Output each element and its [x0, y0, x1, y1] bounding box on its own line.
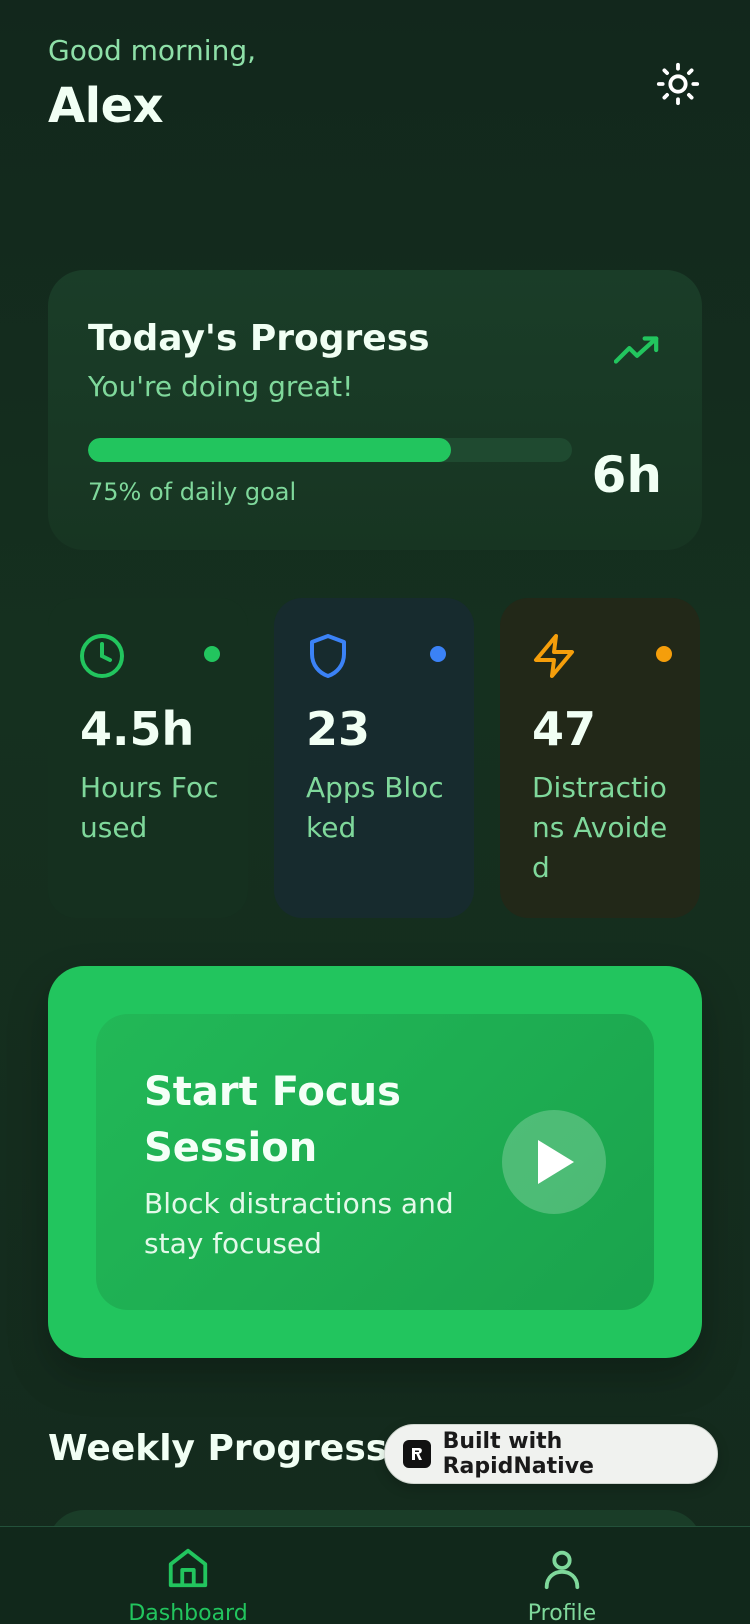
lightning-icon	[534, 634, 574, 678]
progress-bar	[88, 438, 572, 462]
stat-value: 23	[306, 702, 371, 756]
nav-item-profile[interactable]: Profile	[492, 1545, 632, 1624]
theme-toggle-button[interactable]	[650, 56, 706, 112]
focus-session-subtitle: Block distractions and stay focused	[144, 1187, 454, 1260]
nav-label-dashboard: Dashboard	[128, 1601, 248, 1624]
clock-icon	[80, 634, 124, 678]
stat-status-dot	[204, 646, 220, 662]
shield-icon	[310, 634, 346, 678]
built-with-badge[interactable]: Built with RapidNative	[384, 1424, 718, 1484]
progress-title: Today's Progress	[88, 318, 430, 359]
focus-session-inner: Start Focus Session Block distractions a…	[96, 1014, 654, 1310]
stat-label: Hours Focused	[80, 771, 219, 844]
stat-label: Apps Blocked	[306, 771, 444, 844]
nav-item-dashboard[interactable]: Dashboard	[118, 1545, 258, 1624]
progress-subtitle: You're doing great!	[88, 370, 354, 403]
user-icon	[544, 1550, 580, 1590]
play-button[interactable]	[502, 1110, 606, 1214]
start-focus-session-card[interactable]: Start Focus Session Block distractions a…	[48, 966, 702, 1358]
nav-label-profile: Profile	[527, 1601, 597, 1624]
stat-status-dot	[656, 646, 672, 662]
stat-card-hours-focused[interactable]: 4.5h Hours Focused	[48, 598, 248, 918]
badge-label: Built with RapidNative	[442, 1429, 594, 1479]
stat-status-dot	[430, 646, 446, 662]
stat-card-distractions-avoided[interactable]: 47 Distractions Avoided	[500, 598, 700, 918]
rapidnative-logo-icon	[403, 1440, 431, 1468]
stat-value: 47	[532, 702, 597, 756]
todays-progress-card: Today's Progress You're doing great! 75%…	[48, 270, 702, 550]
play-icon	[538, 1140, 574, 1184]
progress-goal-text: 75% of daily goal	[88, 478, 297, 506]
stat-value: 4.5h	[80, 702, 195, 756]
progress-hours: 6h	[591, 446, 662, 504]
sun-icon	[656, 62, 700, 106]
dashboard-screen: Good morning, Alex Today's Progress You'…	[0, 0, 750, 1624]
user-name: Alex	[48, 78, 164, 134]
greeting-text: Good morning,	[48, 34, 257, 67]
weekly-progress-title: Weekly Progress	[48, 1428, 388, 1469]
progress-bar-fill	[88, 438, 451, 462]
home-icon	[168, 1548, 208, 1588]
stat-label: Distractions Avoided	[532, 771, 668, 884]
trending-up-icon	[614, 336, 659, 364]
stat-card-apps-blocked[interactable]: 23 Apps Blocked	[274, 598, 474, 918]
focus-session-title: Start Focus Session	[144, 1069, 401, 1171]
bottom-navigation: Dashboard Profile	[0, 1526, 750, 1624]
